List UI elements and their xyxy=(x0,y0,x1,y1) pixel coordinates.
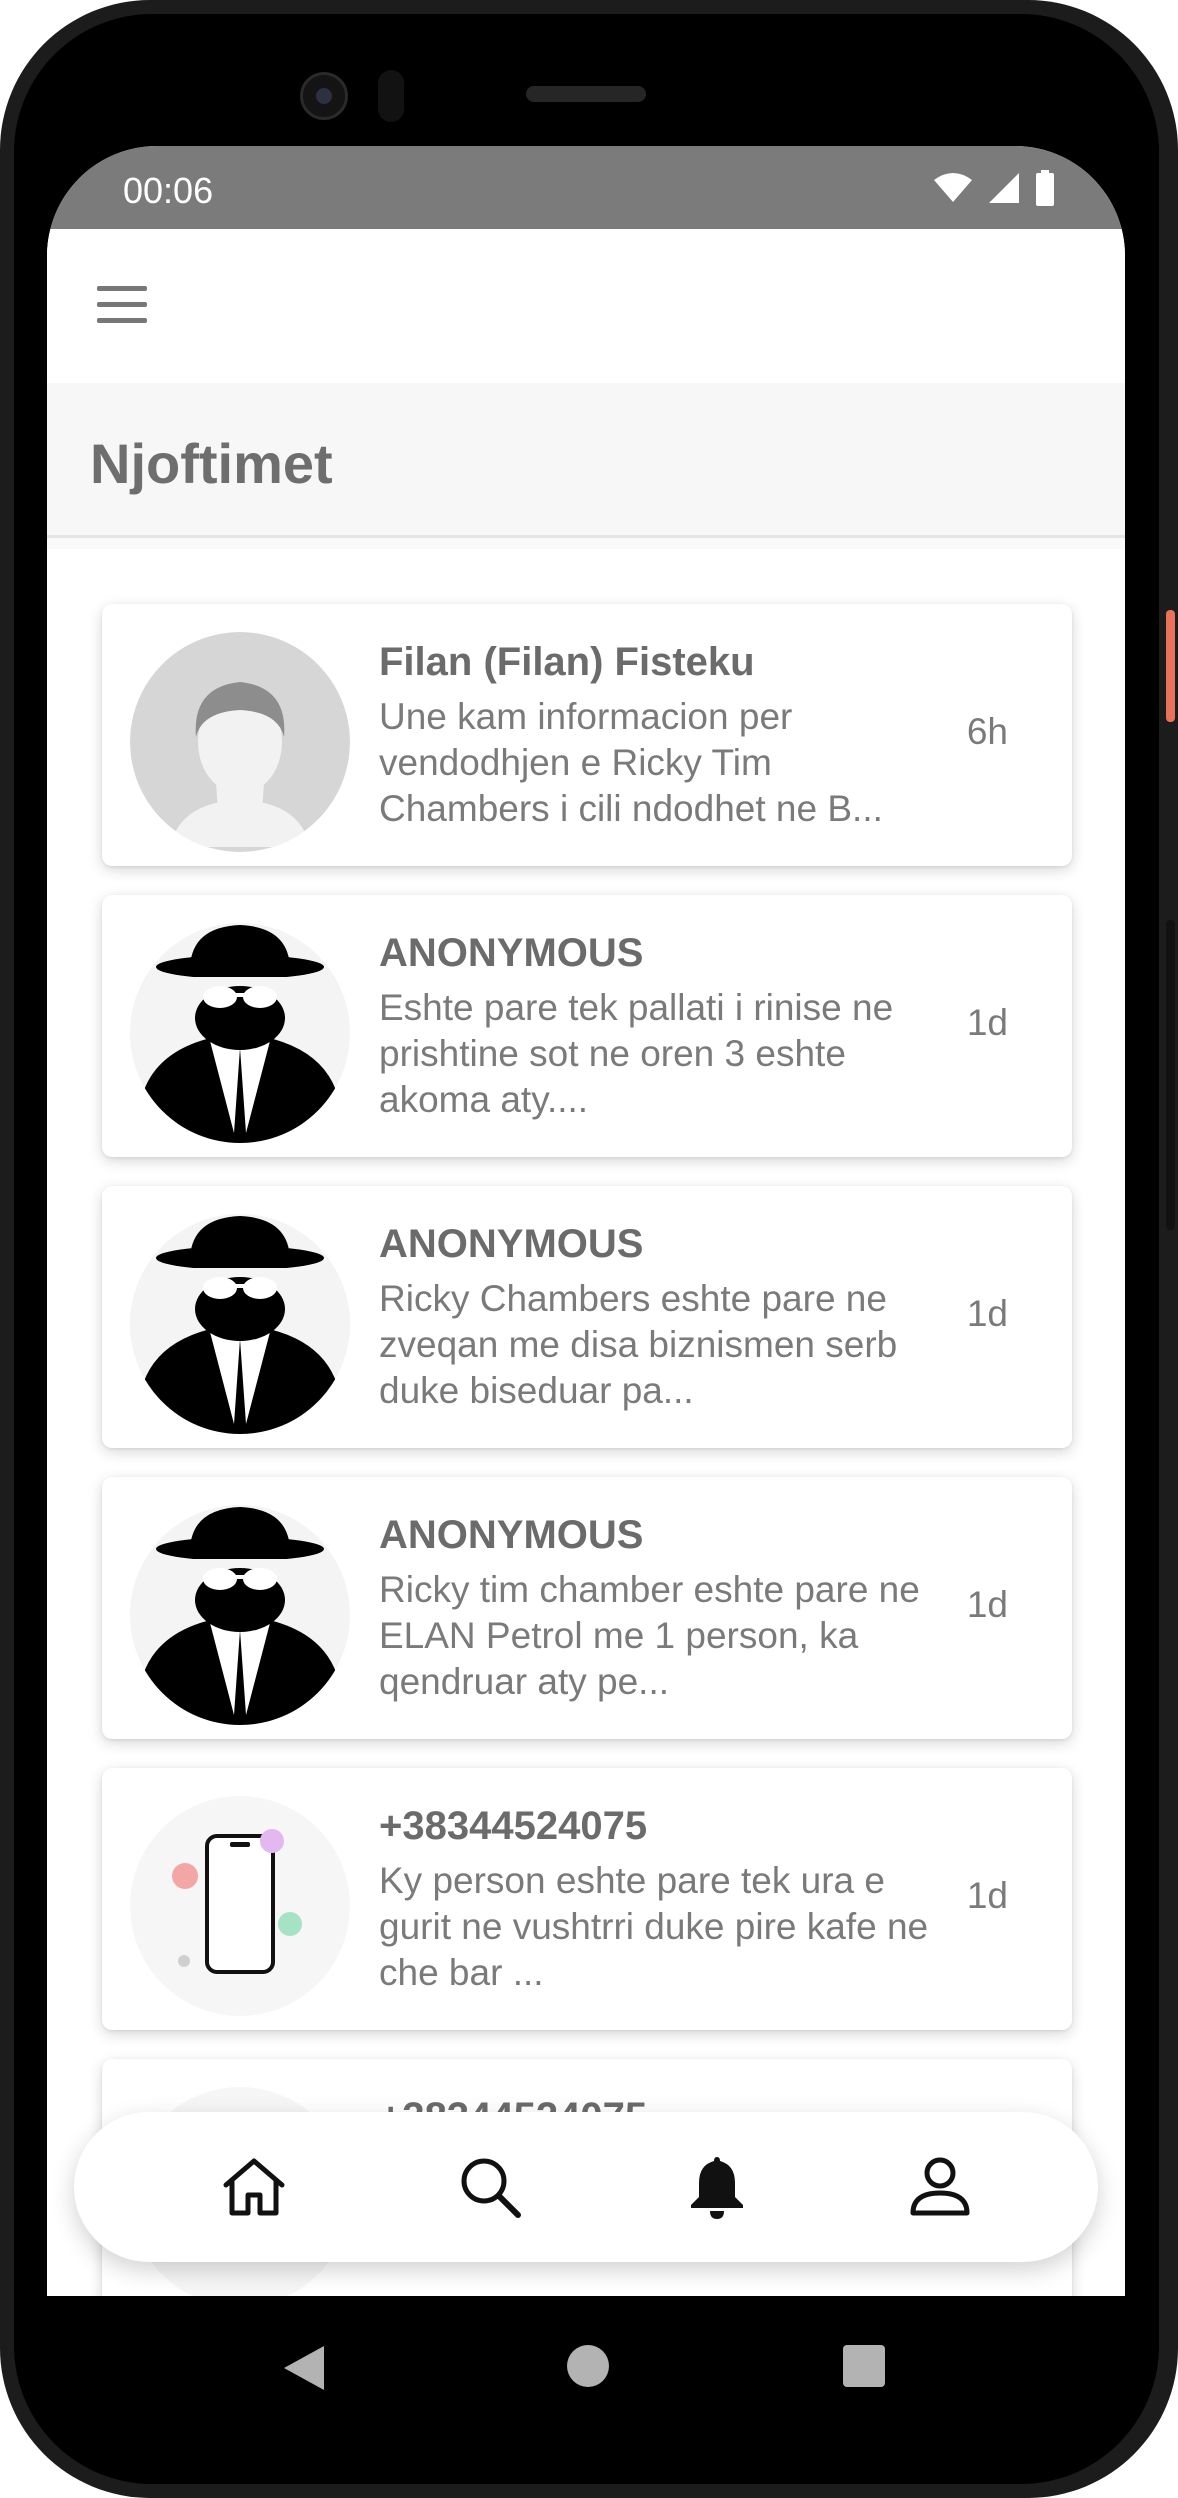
wifi-icon xyxy=(934,173,972,202)
anonymous-spy-avatar xyxy=(130,923,350,1143)
system-navigation-bar xyxy=(47,2296,1125,2470)
title-band: Njoftimet xyxy=(47,383,1125,538)
front-camera xyxy=(300,72,348,120)
battery-icon xyxy=(1036,170,1054,206)
menu-line xyxy=(97,301,147,307)
bottom-navigation xyxy=(74,2112,1098,2262)
notification-card[interactable]: ANONYMOUS Eshte pare tek pallati i rinis… xyxy=(102,895,1072,1157)
message-preview: Ky person eshte pare tek ura e gurit ne … xyxy=(379,1860,929,1993)
hamburger-menu-icon[interactable] xyxy=(87,274,157,334)
search-icon[interactable] xyxy=(452,2149,528,2225)
notification-card[interactable]: ANONYMOUS Ricky tim chamber eshte pare n… xyxy=(102,1477,1072,1739)
earpiece-speaker xyxy=(526,86,646,102)
sender-name: +38344524075 xyxy=(379,1804,648,1848)
menu-line xyxy=(97,317,147,323)
anonymous-spy-avatar xyxy=(130,1505,350,1725)
volume-button xyxy=(1166,920,1175,1230)
sender-name: Filan (Filan) Fisteku xyxy=(379,640,755,684)
message-preview: Ricky tim chamber eshte pare ne ELAN Pet… xyxy=(379,1569,920,1702)
signal-icon xyxy=(989,173,1019,203)
profile-icon[interactable] xyxy=(902,2149,978,2225)
default-person-avatar xyxy=(130,632,350,852)
sender-name: ANONYMOUS xyxy=(379,1222,644,1266)
app-screen: 00:06 Njoftimet Filan (Filan) Fisteku Un… xyxy=(47,146,1125,2296)
menu-line xyxy=(97,285,147,291)
status-icons xyxy=(933,170,1055,206)
power-button xyxy=(1166,610,1175,722)
message-preview: Ricky Chambers eshte pare ne zveqan me d… xyxy=(379,1278,898,1411)
notification-time: 1d xyxy=(966,1293,1008,1334)
page-title: Njoftimet xyxy=(90,432,333,495)
home-icon[interactable] xyxy=(216,2149,292,2225)
bell-icon[interactable] xyxy=(679,2149,755,2225)
notification-time: 1d xyxy=(966,1002,1008,1043)
proximity-sensor xyxy=(378,70,404,122)
notification-time: 1d xyxy=(966,1584,1008,1625)
message-preview: Eshte pare tek pallati i rinise ne prish… xyxy=(379,987,894,1120)
app-bar xyxy=(47,229,1125,383)
sender-name: ANONYMOUS xyxy=(379,1513,644,1557)
recents-icon[interactable] xyxy=(842,2344,886,2393)
notification-time: 6h xyxy=(966,711,1008,752)
anonymous-spy-avatar xyxy=(130,1214,350,1434)
status-bar: 00:06 xyxy=(47,146,1125,229)
sender-name: ANONYMOUS xyxy=(379,931,644,975)
notification-time: 1d xyxy=(966,1875,1008,1916)
notification-card[interactable]: +38344524075 Ky person eshte pare tek ur… xyxy=(102,1768,1072,2030)
notification-card[interactable]: ANONYMOUS Ricky Chambers eshte pare ne z… xyxy=(102,1186,1072,1448)
notification-card[interactable]: Filan (Filan) Fisteku Une kam informacio… xyxy=(102,604,1072,866)
home-circle-icon[interactable] xyxy=(566,2344,610,2393)
message-preview: Une kam informacion per vendodhjen e Ric… xyxy=(379,696,883,829)
phone-frame: 00:06 Njoftimet Filan (Filan) Fisteku Un… xyxy=(0,0,1178,2498)
back-icon[interactable] xyxy=(282,2344,328,2397)
phone-contact-avatar xyxy=(130,1796,350,2016)
notification-list[interactable]: Filan (Filan) Fisteku Une kam informacio… xyxy=(47,549,1125,2296)
status-time: 00:06 xyxy=(123,170,214,211)
